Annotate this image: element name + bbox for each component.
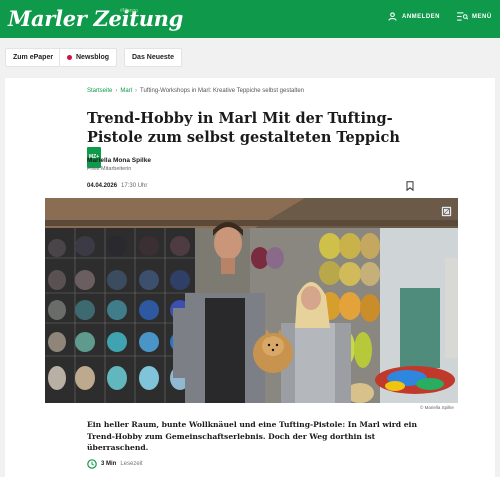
login-label: ANMELDEN xyxy=(402,13,440,20)
date-value: 04.04.2026 xyxy=(87,183,118,189)
article-photo[interactable] xyxy=(45,198,458,403)
author-name[interactable]: Mariella Mona Spilke xyxy=(87,157,151,164)
breadcrumb: Startseite › Marl › Tufting-Workshops in Mar… xyxy=(87,88,304,94)
latest-link[interactable]: Das Neueste xyxy=(124,48,183,67)
logo-tag: #Mongo xyxy=(120,8,139,14)
epaper-link[interactable]: Zum ePaper xyxy=(5,48,62,67)
breadcrumb-chevron-icon: › xyxy=(135,88,138,94)
photo-illustration xyxy=(45,198,458,403)
site-header: Marler Zeitung #Mongo ANMELDEN MENÜ xyxy=(0,0,500,38)
live-dot-icon xyxy=(67,55,72,60)
breadcrumb-current: Tufting-Workshops in Marl: Kreative Tepp… xyxy=(140,88,304,94)
article-card: Startseite › Marl › Tufting-Workshops in Mar… xyxy=(5,78,495,477)
photo-credit: © Mariella Spilke xyxy=(420,405,454,410)
publish-date: 04.04.2026 17:30 Uhr xyxy=(87,183,147,189)
bookmark-icon[interactable] xyxy=(406,181,414,191)
reading-time: 3 Min Lesezeit xyxy=(87,459,143,469)
menu-label: MENÜ xyxy=(472,13,492,20)
clock-icon xyxy=(87,459,97,469)
read-label: Lesezeit xyxy=(120,461,143,467)
login-button[interactable]: ANMELDEN xyxy=(388,12,440,21)
breadcrumb-chevron-icon: › xyxy=(115,88,118,94)
user-icon xyxy=(388,12,397,21)
headline-kicker: Trend-Hobby in Marl xyxy=(87,110,258,127)
read-minutes: 3 Min xyxy=(101,461,117,467)
breadcrumb-home[interactable]: Startseite xyxy=(87,88,112,94)
expand-photo-icon[interactable] xyxy=(441,206,452,217)
time-value: 17:30 Uhr xyxy=(121,183,148,189)
menu-button[interactable]: MENÜ xyxy=(457,12,492,21)
author-role: Freie Mitarbeiterin xyxy=(87,166,132,172)
menu-search-icon xyxy=(457,12,468,21)
newsblog-label: Newsblog xyxy=(76,54,110,61)
quick-links: Zum ePaper Newsblog Das Neueste xyxy=(0,38,500,78)
breadcrumb-section[interactable]: Marl xyxy=(120,88,132,94)
article-teaser: Ein heller Raum, bunte Wollknäuel und ei… xyxy=(87,420,417,452)
site-logo[interactable]: Marler Zeitung xyxy=(8,6,183,31)
newsblog-link[interactable]: Newsblog xyxy=(59,48,118,67)
